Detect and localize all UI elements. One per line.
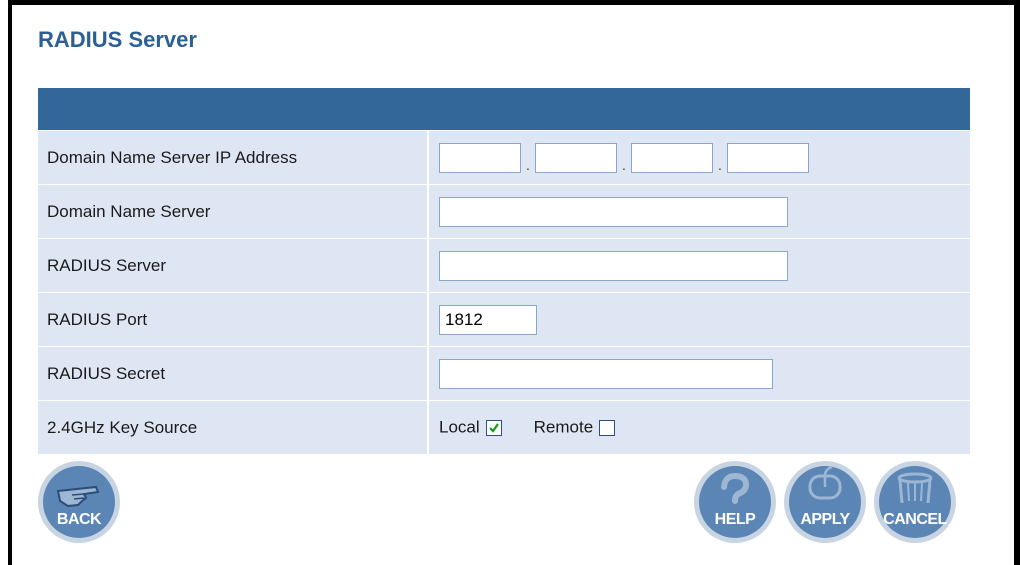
form-row-radius-secret: RADIUS Secret <box>38 347 970 401</box>
window-border-top <box>8 0 1020 5</box>
dns-ip-octet-4[interactable] <box>727 142 809 173</box>
apply-label: APPLY <box>800 511 850 528</box>
cancel-button[interactable]: CANCEL <box>874 461 956 543</box>
radius-port-label: RADIUS Port <box>38 293 429 347</box>
local-option-label: Local <box>439 417 480 437</box>
radius-settings-form: Domain Name Server IP Address ... Domain… <box>38 131 970 455</box>
checkmark-icon <box>488 423 499 433</box>
form-row-radius-server: RADIUS Server <box>38 239 970 293</box>
apply-button[interactable]: APPLY <box>784 461 866 543</box>
cancel-label: CANCEL <box>883 511 947 528</box>
dns-ip-octet-3[interactable] <box>631 142 713 173</box>
remote-checkbox[interactable] <box>599 419 616 436</box>
ip-separator: . <box>622 156 626 173</box>
window-border-right <box>1014 0 1020 565</box>
help-button[interactable]: HELP <box>694 461 776 543</box>
back-label: BACK <box>56 511 102 528</box>
radius-server-input[interactable] <box>439 250 788 281</box>
dns-ip-field-group: ... <box>429 131 970 185</box>
ip-separator: . <box>718 156 722 173</box>
mouse-icon <box>808 465 842 500</box>
pointing-hand-icon <box>56 485 100 508</box>
form-row-radius-port: RADIUS Port <box>38 293 970 347</box>
key-source-label: 2.4GHz Key Source <box>38 401 429 455</box>
radius-secret-input[interactable] <box>439 358 773 389</box>
radius-secret-field-cell <box>429 347 970 401</box>
page-title: RADIUS Server <box>38 27 197 52</box>
section-header-bar <box>38 88 970 130</box>
question-mark-icon <box>721 472 750 504</box>
radius-port-field-cell <box>429 293 970 347</box>
dns-name-label: Domain Name Server <box>38 185 429 239</box>
dns-ip-octet-1[interactable] <box>439 142 521 173</box>
radius-server-field-cell <box>429 239 970 293</box>
remote-option-label: Remote <box>533 417 594 437</box>
dns-name-input[interactable] <box>439 196 788 227</box>
ip-separator: . <box>526 156 530 173</box>
trash-can-icon <box>897 472 933 504</box>
dns-name-field-cell <box>429 185 970 239</box>
local-checkbox[interactable] <box>485 419 502 436</box>
form-row-dns-ip: Domain Name Server IP Address ... <box>38 131 970 185</box>
help-label: HELP <box>714 511 756 528</box>
dns-ip-octet-2[interactable] <box>535 142 617 173</box>
radius-server-label: RADIUS Server <box>38 239 429 293</box>
radius-secret-label: RADIUS Secret <box>38 347 429 401</box>
window-border-left <box>8 0 12 565</box>
dns-ip-label: Domain Name Server IP Address <box>38 131 429 185</box>
form-row-key-source: 2.4GHz Key Source Local Remote <box>38 401 970 455</box>
back-button[interactable]: BACK <box>38 461 120 543</box>
radius-port-input[interactable] <box>439 304 537 335</box>
form-row-dns-name: Domain Name Server <box>38 185 970 239</box>
key-source-field-cell: Local Remote <box>429 401 970 455</box>
